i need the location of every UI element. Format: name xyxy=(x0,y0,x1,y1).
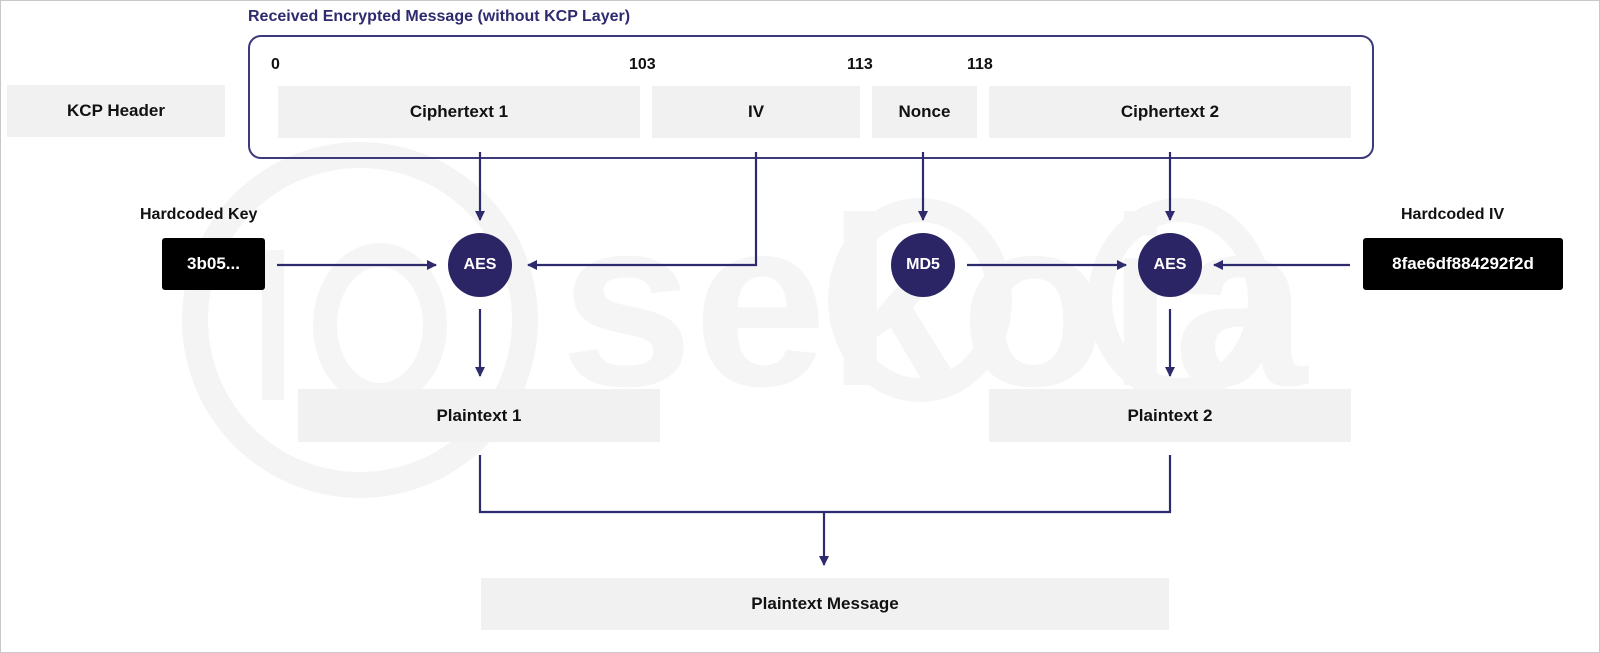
aes-node-2: AES xyxy=(1138,233,1202,297)
merge-line xyxy=(478,455,1172,514)
plaintext1-label: Plaintext 1 xyxy=(436,405,522,425)
plaintext2-box: Plaintext 2 xyxy=(989,389,1351,442)
aes-node-label: AES xyxy=(463,256,497,273)
plaintext1-box: Plaintext 1 xyxy=(298,389,660,442)
md5-node-label: MD5 xyxy=(906,256,940,273)
aes-node-1: AES xyxy=(448,233,512,297)
arrow-iv-to-aes1 xyxy=(527,152,758,270)
md5-node: MD5 xyxy=(891,233,955,297)
plaintext-message-label: Plaintext Message xyxy=(751,594,899,613)
plaintext-message-box: Plaintext Message xyxy=(481,578,1169,630)
plaintext2-label: Plaintext 2 xyxy=(1127,405,1213,425)
flow-arrows xyxy=(277,152,1350,566)
aes-node-label: AES xyxy=(1153,256,1187,273)
